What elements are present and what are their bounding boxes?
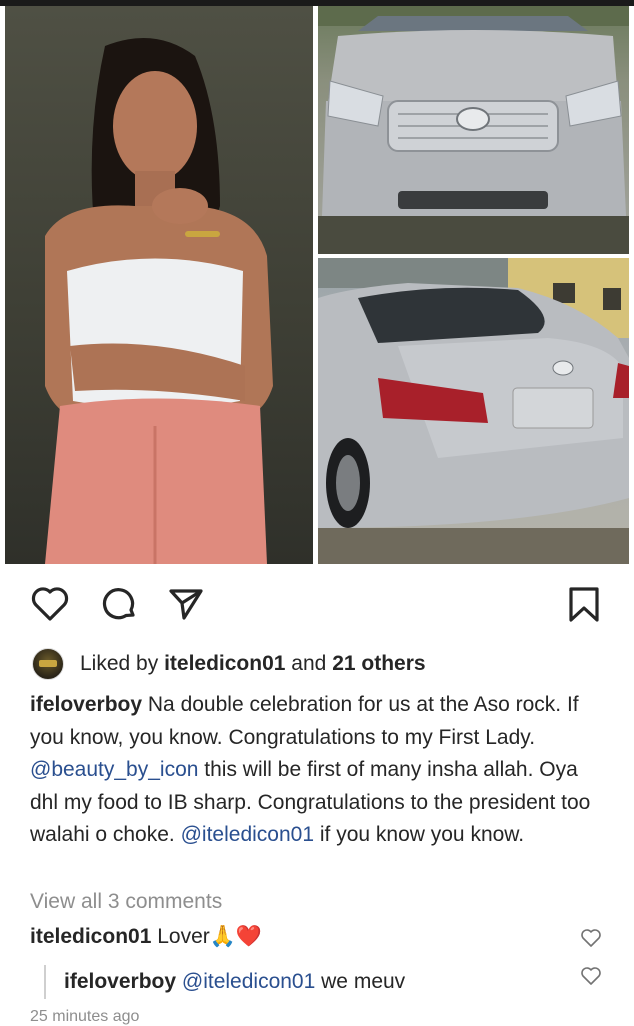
reply-like-heart-icon[interactable]: [580, 965, 602, 987]
comment-like-heart-icon[interactable]: [580, 927, 602, 949]
caption-mention-1[interactable]: @beauty_by_icon: [30, 758, 198, 781]
reply-mention[interactable]: @iteledicon01: [182, 970, 315, 994]
comment-item: iteledicon01 Lover🙏❤️: [30, 925, 262, 949]
comment-text: Lover🙏❤️: [157, 925, 263, 948]
save-button[interactable]: [564, 584, 604, 624]
avatar: [32, 648, 64, 680]
send-paper-plane-icon: [169, 589, 203, 620]
car-rear-photo: [318, 258, 629, 564]
reply-item: ifeloverboy @iteledicon01 we meuv: [44, 965, 405, 999]
liked-by-and: and: [291, 652, 327, 675]
comment-bubble-icon: [102, 588, 135, 620]
view-all-comments-link[interactable]: View all 3 comments: [30, 890, 222, 914]
post-timestamp: 25 minutes ago: [30, 1008, 140, 1025]
car-front-photo: [318, 6, 629, 254]
portrait-photo: [5, 6, 313, 564]
caption-mention-2[interactable]: @iteledicon01: [181, 823, 314, 846]
likes-summary[interactable]: Liked by iteledicon01 and 21 others: [32, 646, 426, 682]
liked-by-others[interactable]: 21 others: [332, 652, 425, 676]
heart-outline-icon: [31, 587, 69, 621]
reply-text: we meuv: [321, 970, 406, 993]
reply-username[interactable]: ifeloverboy: [64, 970, 176, 994]
caption-text-3: if you know you know.: [319, 823, 525, 846]
liked-by-prefix: Liked by: [80, 652, 159, 675]
like-button[interactable]: [30, 584, 70, 624]
comment-username[interactable]: iteledicon01: [30, 925, 151, 949]
bookmark-icon: [569, 587, 599, 622]
post-media-collage[interactable]: [0, 6, 634, 566]
caption-username[interactable]: ifeloverboy: [30, 693, 142, 716]
comment-button[interactable]: [100, 584, 140, 624]
share-button[interactable]: [166, 584, 206, 624]
post-caption: ifeloverboy Na double celebration for us…: [30, 689, 610, 852]
post-action-bar: [0, 584, 634, 628]
liked-by-user[interactable]: iteledicon01: [164, 652, 285, 676]
